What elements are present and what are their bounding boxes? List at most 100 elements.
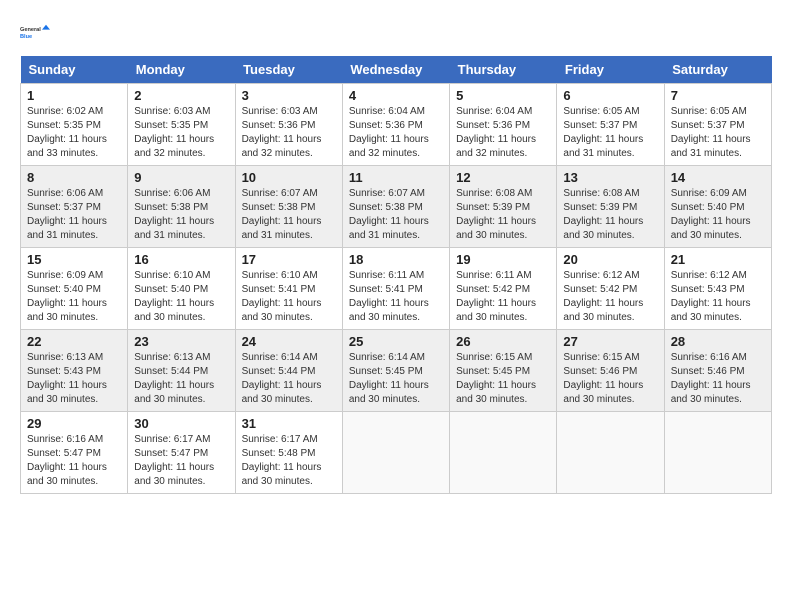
day-number: 22: [27, 334, 121, 349]
col-header-sunday: Sunday: [21, 56, 128, 84]
day-number: 26: [456, 334, 550, 349]
calendar-cell: 5 Sunrise: 6:04 AM Sunset: 5:36 PM Daylig…: [450, 84, 557, 166]
day-info: Sunrise: 6:13 AM Sunset: 5:44 PM Dayligh…: [134, 351, 228, 407]
calendar-cell: [664, 412, 771, 494]
day-info: Sunrise: 6:05 AM Sunset: 5:37 PM Dayligh…: [671, 105, 765, 161]
day-number: 30: [134, 416, 228, 431]
calendar-cell: 31 Sunrise: 6:17 AM Sunset: 5:48 PM Dayli…: [235, 412, 342, 494]
calendar-cell: [342, 412, 449, 494]
day-info: Sunrise: 6:08 AM Sunset: 5:39 PM Dayligh…: [456, 187, 550, 243]
day-info: Sunrise: 6:14 AM Sunset: 5:45 PM Dayligh…: [349, 351, 443, 407]
header-row: SundayMondayTuesdayWednesdayThursdayFrid…: [21, 56, 772, 84]
week-row-5: 29 Sunrise: 6:16 AM Sunset: 5:47 PM Dayli…: [21, 412, 772, 494]
col-header-monday: Monday: [128, 56, 235, 84]
col-header-friday: Friday: [557, 56, 664, 84]
calendar-cell: 16 Sunrise: 6:10 AM Sunset: 5:40 PM Dayli…: [128, 248, 235, 330]
day-info: Sunrise: 6:07 AM Sunset: 5:38 PM Dayligh…: [349, 187, 443, 243]
day-number: 7: [671, 88, 765, 103]
col-header-tuesday: Tuesday: [235, 56, 342, 84]
day-info: Sunrise: 6:12 AM Sunset: 5:42 PM Dayligh…: [563, 269, 657, 325]
day-info: Sunrise: 6:03 AM Sunset: 5:35 PM Dayligh…: [134, 105, 228, 161]
calendar-cell: 4Sunrise: 6:04 AM Sunset: 5:36 PM Daylig…: [342, 84, 449, 166]
day-info: Sunrise: 6:11 AM Sunset: 5:41 PM Dayligh…: [349, 269, 443, 325]
day-info: Sunrise: 6:14 AM Sunset: 5:44 PM Dayligh…: [242, 351, 336, 407]
day-number: 10: [242, 170, 336, 185]
day-number: 13: [563, 170, 657, 185]
header: GeneralBlue: [20, 16, 772, 48]
calendar-cell: 27 Sunrise: 6:15 AM Sunset: 5:46 PM Dayli…: [557, 330, 664, 412]
day-info: Sunrise: 6:04 AM Sunset: 5:36 PM Dayligh…: [349, 105, 443, 161]
calendar-cell: 17 Sunrise: 6:10 AM Sunset: 5:41 PM Dayli…: [235, 248, 342, 330]
day-info: Sunrise: 6:09 AM Sunset: 5:40 PM Dayligh…: [671, 187, 765, 243]
week-row-4: 22 Sunrise: 6:13 AM Sunset: 5:43 PM Dayli…: [21, 330, 772, 412]
day-number: 8: [27, 170, 121, 185]
day-number: 17: [242, 252, 336, 267]
day-number: 29: [27, 416, 121, 431]
week-row-3: 15 Sunrise: 6:09 AM Sunset: 5:40 PM Dayli…: [21, 248, 772, 330]
day-info: Sunrise: 6:07 AM Sunset: 5:38 PM Dayligh…: [242, 187, 336, 243]
calendar-cell: 14 Sunrise: 6:09 AM Sunset: 5:40 PM Dayli…: [664, 166, 771, 248]
calendar-cell: 2 Sunrise: 6:03 AM Sunset: 5:35 PM Daylig…: [128, 84, 235, 166]
calendar-cell: 18 Sunrise: 6:11 AM Sunset: 5:41 PM Dayli…: [342, 248, 449, 330]
day-info: Sunrise: 6:12 AM Sunset: 5:43 PM Dayligh…: [671, 269, 765, 325]
calendar-table: SundayMondayTuesdayWednesdayThursdayFrid…: [20, 56, 772, 494]
day-number: 19: [456, 252, 550, 267]
day-number: 20: [563, 252, 657, 267]
calendar-cell: 19 Sunrise: 6:11 AM Sunset: 5:42 PM Dayli…: [450, 248, 557, 330]
day-info: Sunrise: 6:02 AM Sunset: 5:35 PM Dayligh…: [27, 105, 121, 161]
week-row-2: 8Sunrise: 6:06 AM Sunset: 5:37 PM Daylig…: [21, 166, 772, 248]
day-number: 1: [27, 88, 121, 103]
calendar-cell: 10 Sunrise: 6:07 AM Sunset: 5:38 PM Dayli…: [235, 166, 342, 248]
day-info: Sunrise: 6:04 AM Sunset: 5:36 PM Dayligh…: [456, 105, 550, 161]
day-info: Sunrise: 6:10 AM Sunset: 5:41 PM Dayligh…: [242, 269, 336, 325]
svg-text:Blue: Blue: [20, 34, 32, 40]
day-number: 9: [134, 170, 228, 185]
day-number: 2: [134, 88, 228, 103]
day-number: 25: [349, 334, 443, 349]
calendar-cell: 23 Sunrise: 6:13 AM Sunset: 5:44 PM Dayli…: [128, 330, 235, 412]
calendar-cell: 6 Sunrise: 6:05 AM Sunset: 5:37 PM Daylig…: [557, 84, 664, 166]
day-number: 14: [671, 170, 765, 185]
day-info: Sunrise: 6:11 AM Sunset: 5:42 PM Dayligh…: [456, 269, 550, 325]
calendar-cell: 11Sunrise: 6:07 AM Sunset: 5:38 PM Dayli…: [342, 166, 449, 248]
calendar-cell: 24Sunrise: 6:14 AM Sunset: 5:44 PM Dayli…: [235, 330, 342, 412]
day-number: 6: [563, 88, 657, 103]
day-number: 12: [456, 170, 550, 185]
calendar-cell: 20 Sunrise: 6:12 AM Sunset: 5:42 PM Dayli…: [557, 248, 664, 330]
calendar-cell: 1 Sunrise: 6:02 AM Sunset: 5:35 PM Daylig…: [21, 84, 128, 166]
day-info: Sunrise: 6:15 AM Sunset: 5:46 PM Dayligh…: [563, 351, 657, 407]
day-number: 28: [671, 334, 765, 349]
day-info: Sunrise: 6:17 AM Sunset: 5:48 PM Dayligh…: [242, 433, 336, 489]
calendar-cell: 28 Sunrise: 6:16 AM Sunset: 5:46 PM Dayli…: [664, 330, 771, 412]
day-info: Sunrise: 6:16 AM Sunset: 5:47 PM Dayligh…: [27, 433, 121, 489]
calendar-cell: 9 Sunrise: 6:06 AM Sunset: 5:38 PM Daylig…: [128, 166, 235, 248]
day-number: 16: [134, 252, 228, 267]
day-number: 21: [671, 252, 765, 267]
day-info: Sunrise: 6:05 AM Sunset: 5:37 PM Dayligh…: [563, 105, 657, 161]
calendar-cell: 8Sunrise: 6:06 AM Sunset: 5:37 PM Daylig…: [21, 166, 128, 248]
day-info: Sunrise: 6:08 AM Sunset: 5:39 PM Dayligh…: [563, 187, 657, 243]
day-info: Sunrise: 6:15 AM Sunset: 5:45 PM Dayligh…: [456, 351, 550, 407]
calendar-cell: 21 Sunrise: 6:12 AM Sunset: 5:43 PM Dayli…: [664, 248, 771, 330]
day-number: 5: [456, 88, 550, 103]
week-row-1: 1 Sunrise: 6:02 AM Sunset: 5:35 PM Daylig…: [21, 84, 772, 166]
day-info: Sunrise: 6:10 AM Sunset: 5:40 PM Dayligh…: [134, 269, 228, 325]
day-number: 27: [563, 334, 657, 349]
day-info: Sunrise: 6:16 AM Sunset: 5:46 PM Dayligh…: [671, 351, 765, 407]
logo: GeneralBlue: [20, 16, 52, 48]
calendar-cell: 30 Sunrise: 6:17 AM Sunset: 5:47 PM Dayli…: [128, 412, 235, 494]
day-info: Sunrise: 6:09 AM Sunset: 5:40 PM Dayligh…: [27, 269, 121, 325]
day-number: 18: [349, 252, 443, 267]
day-info: Sunrise: 6:17 AM Sunset: 5:47 PM Dayligh…: [134, 433, 228, 489]
calendar-cell: 15 Sunrise: 6:09 AM Sunset: 5:40 PM Dayli…: [21, 248, 128, 330]
day-number: 31: [242, 416, 336, 431]
svg-text:General: General: [20, 27, 41, 33]
col-header-wednesday: Wednesday: [342, 56, 449, 84]
calendar-cell: 22 Sunrise: 6:13 AM Sunset: 5:43 PM Dayli…: [21, 330, 128, 412]
day-number: 23: [134, 334, 228, 349]
calendar-cell: 12 Sunrise: 6:08 AM Sunset: 5:39 PM Dayli…: [450, 166, 557, 248]
day-number: 15: [27, 252, 121, 267]
calendar-cell: 29 Sunrise: 6:16 AM Sunset: 5:47 PM Dayli…: [21, 412, 128, 494]
day-info: Sunrise: 6:13 AM Sunset: 5:43 PM Dayligh…: [27, 351, 121, 407]
day-info: Sunrise: 6:06 AM Sunset: 5:38 PM Dayligh…: [134, 187, 228, 243]
